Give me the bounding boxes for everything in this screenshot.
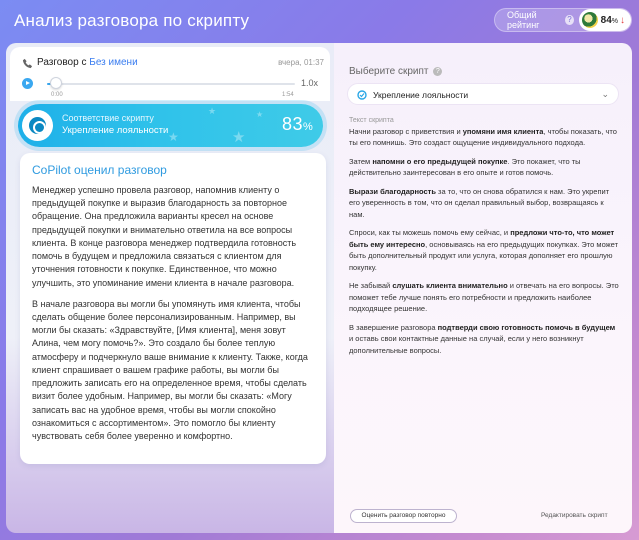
rating-avatar-icon — [581, 12, 598, 28]
script-paragraph: Спроси, как ты можешь помочь ему сейчас,… — [349, 228, 619, 272]
script-select[interactable]: Укрепление лояльности ⌄ — [347, 83, 619, 105]
compliance-script-name: Укрепление лояльности — [62, 125, 169, 136]
edit-script-link[interactable]: Редактировать скрипт — [541, 512, 608, 519]
time-end: 1:54 — [282, 92, 294, 98]
selected-script: Укрепление лояльности — [373, 90, 469, 100]
decor-star: ★ — [256, 110, 264, 119]
playback-speed[interactable]: 1.0x — [301, 78, 318, 88]
copilot-title: CoPilot оценил разговор — [32, 163, 167, 177]
script-paragraph: Вырази благодарность за то, что он снова… — [349, 186, 610, 219]
copilot-summary: Менеджер успешно провела разговор, напом… — [32, 185, 297, 288]
decor-star: ★ — [208, 106, 217, 116]
chevron-down-icon: ⌄ — [601, 89, 609, 99]
decor-star: ★ — [168, 130, 179, 144]
audio-player: Разговор с Без имени вчера, 01:37 1.0x 0… — [10, 47, 330, 101]
conversation-column: Разговор с Без имени вчера, 01:37 1.0x 0… — [6, 43, 334, 533]
phone-icon — [22, 58, 33, 69]
page-title: Анализ разговора по скрипту — [14, 11, 250, 30]
reevaluate-button[interactable]: Оценить разговор повторно — [350, 509, 457, 523]
analysis-panel: Разговор с Без имени вчера, 01:37 1.0x 0… — [6, 43, 632, 533]
script-compliance-icon — [22, 110, 53, 141]
rating-badge: 84% ↓ — [578, 9, 631, 31]
compliance-label: Соответствие скрипту — [62, 113, 154, 123]
script-paragraph: В завершение разговора подтверди свою го… — [349, 322, 616, 355]
copilot-evaluation-card: CoPilot оценил разговор Менеджер успешно… — [20, 153, 326, 464]
script-compliance-banner: ★ ★ ★ ★ Соответствие скрипту Укрепление … — [18, 104, 323, 147]
compliance-percent: 83% — [282, 114, 314, 134]
script-text: Начни разговор с приветствия и упомяни и… — [349, 126, 621, 363]
overall-rating[interactable]: Общий рейтинг ? 84% ↓ — [494, 8, 632, 32]
conversation-title: Разговор с Без имени — [37, 57, 138, 68]
script-icon — [357, 90, 367, 100]
audio-scrubber[interactable] — [47, 83, 295, 85]
contact-link[interactable]: Без имени — [89, 57, 137, 68]
choose-script-label: Выберите скрипт ? — [349, 66, 443, 77]
copilot-recommendations: В начале разговора вы могли бы упомянуть… — [32, 298, 308, 441]
time-start: 0:00 — [51, 92, 63, 98]
play-button[interactable] — [22, 78, 33, 89]
help-icon[interactable]: ? — [565, 15, 574, 25]
script-paragraph: Начни разговор с приветствия и упомяни и… — [349, 127, 617, 148]
script-column: Выберите скрипт ? Укрепление лояльности … — [334, 43, 632, 533]
decor-star: ★ — [232, 129, 246, 146]
trend-down-icon: ↓ — [620, 14, 625, 26]
rating-value: 84% — [600, 14, 618, 26]
script-text-label: Текст скрипта — [349, 117, 394, 124]
help-icon[interactable]: ? — [433, 67, 443, 76]
conversation-timestamp: вчера, 01:37 — [278, 58, 324, 67]
script-paragraph: Затем напомни о его предыдущей покупке. … — [349, 156, 581, 178]
scrubber-handle[interactable] — [49, 77, 62, 89]
script-paragraph: Не забывай слушать клиента внимательно и… — [349, 281, 619, 314]
overall-rating-label: Общий рейтинг — [507, 10, 540, 30]
